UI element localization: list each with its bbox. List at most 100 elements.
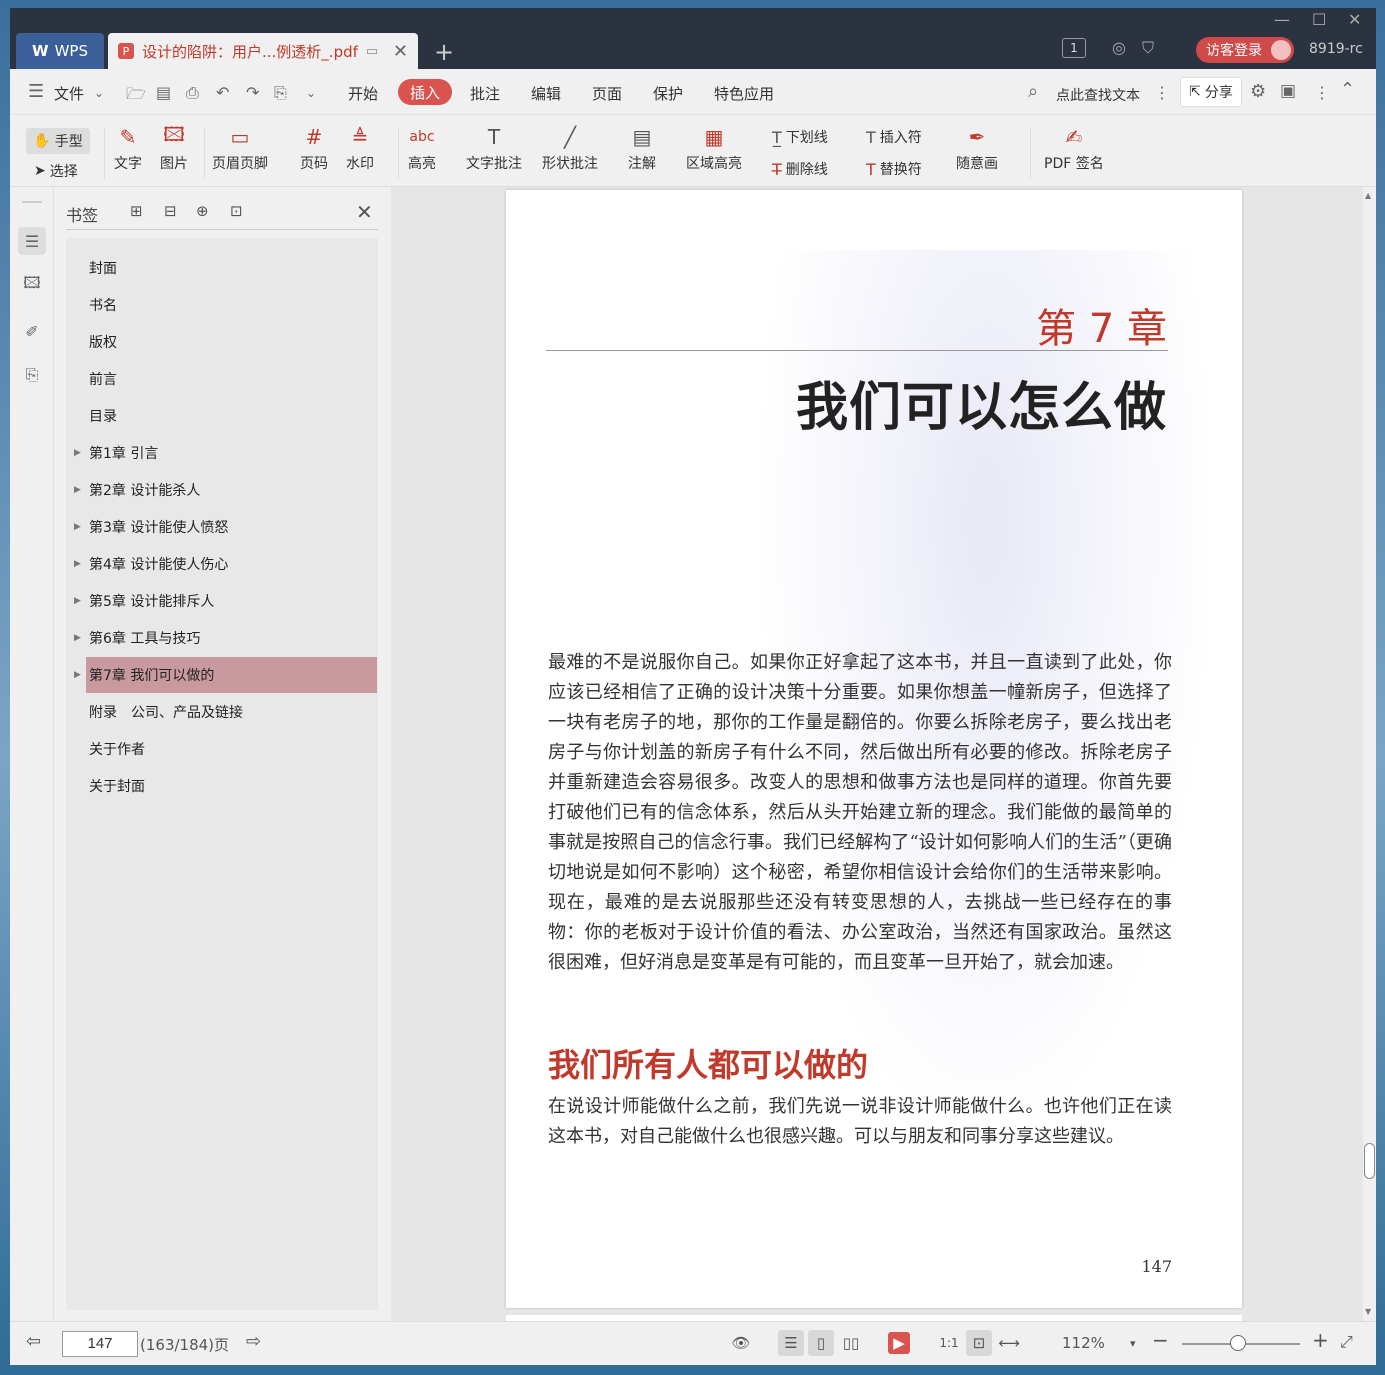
maximize-icon[interactable]: ☐ — [1312, 10, 1326, 29]
bookmark-item[interactable]: 版权 — [86, 324, 377, 360]
tab-close-icon[interactable]: ✕ — [393, 41, 408, 62]
highlight-button[interactable]: abc 高亮 — [408, 123, 436, 173]
scroll-down-icon[interactable]: ▼ — [1365, 1307, 1371, 1316]
zoom-dropdown-icon[interactable]: ▾ — [1130, 1337, 1136, 1350]
page-number-input[interactable]: 147 — [62, 1331, 138, 1357]
annotation-panel-icon[interactable]: ✐ — [18, 317, 46, 345]
previous-page-icon[interactable]: ⇦ — [26, 1331, 41, 1352]
underline-button[interactable]: T̲ 下划线 — [772, 127, 828, 147]
bookmark-settings-icon[interactable]: ⊡ — [230, 202, 243, 220]
zoom-out-icon[interactable]: − — [1152, 1328, 1169, 1352]
save-icon[interactable]: ▤ — [156, 83, 171, 102]
print-icon[interactable]: ⎙ — [186, 83, 199, 103]
skin-icon[interactable]: ⛉ — [1142, 38, 1154, 58]
bookmark-item[interactable]: ▶ 第5章 设计能排斥人 — [74, 583, 377, 619]
bookmark-item[interactable]: 关于作者 — [86, 731, 377, 767]
insert-mark-button[interactable]: T 插入符 — [866, 127, 922, 147]
monitor-icon[interactable]: ▭ — [366, 44, 378, 59]
document-viewport[interactable]: 第 7 章 我们可以怎么做 最难的不是说服你自己。如果你正好拿起了这本书，并且一… — [391, 187, 1363, 1321]
watermark-button[interactable]: ≜ 水印 — [346, 123, 374, 173]
redo-icon[interactable]: ↷ — [246, 83, 259, 102]
settings-gear-icon[interactable]: ⚙ — [1250, 81, 1266, 102]
search-icon[interactable]: ⌕ — [1028, 81, 1038, 102]
insert-text-button[interactable]: ✎ 文字 — [114, 123, 142, 173]
bookmark-item[interactable]: 封面 — [86, 250, 377, 286]
collapse-ribbon-icon[interactable]: ⌃ — [1340, 79, 1355, 100]
zoom-level[interactable]: 112% — [1062, 1334, 1105, 1352]
page-number-button[interactable]: # 页码 — [300, 123, 328, 173]
tab-document[interactable]: P 设计的陷阱：用户...例透析_.pdf ▭ ✕ — [108, 33, 418, 69]
share-button[interactable]: ⇱ 分享 — [1180, 77, 1242, 107]
thumbnail-panel-icon[interactable]: 🖾 — [18, 271, 46, 299]
expand-arrow-icon[interactable]: ▶ — [74, 633, 81, 643]
pdf-sign-button[interactable]: ✍ PDF 签名 — [1044, 123, 1104, 173]
tab-wps-home[interactable]: W WPS — [16, 33, 104, 69]
vertical-scrollbar[interactable]: ▲ ▼ — [1363, 187, 1376, 1321]
expand-arrow-icon[interactable]: ▶ — [74, 522, 81, 532]
bookmark-item[interactable]: ▶ 第4章 设计能使人伤心 — [74, 546, 377, 582]
bookmark-item[interactable]: 目录 — [86, 398, 377, 434]
expand-bookmark-icon[interactable]: ⊟ — [164, 202, 177, 220]
scrollbar-thumb[interactable] — [1364, 1143, 1375, 1179]
close-window-icon[interactable]: ✕ — [1348, 10, 1361, 29]
bookmark-panel-icon[interactable]: ☰ — [18, 227, 46, 255]
select-tool-button[interactable]: ➤ 选择 — [34, 161, 78, 181]
visitor-login-button[interactable]: 访客登录 — [1196, 37, 1294, 63]
new-tab-icon[interactable]: + — [434, 38, 454, 66]
export-icon[interactable]: ⎘ — [274, 83, 287, 103]
eye-protection-icon[interactable]: 👁 — [728, 1330, 754, 1356]
scroll-up-icon[interactable]: ▲ — [1365, 191, 1371, 200]
bookmark-item[interactable]: ▶ 第6章 工具与技巧 — [74, 620, 377, 656]
bookmark-item-selected[interactable]: ▶ 第7章 我们可以做的 — [74, 657, 377, 693]
expand-arrow-icon[interactable]: ▶ — [74, 559, 81, 569]
undo-icon[interactable]: ↶ — [216, 83, 229, 102]
more-options-icon[interactable]: ⋮ — [1314, 83, 1330, 102]
sync-icon[interactable]: ◎ — [1112, 38, 1126, 57]
bookmark-item[interactable]: 关于封面 — [86, 768, 377, 804]
add-child-bookmark-icon[interactable]: ⊕ — [196, 202, 209, 220]
bookmark-item[interactable]: ▶ 第2章 设计能杀人 — [74, 472, 377, 508]
double-page-icon[interactable]: ▯▯ — [838, 1330, 864, 1356]
bookmark-item[interactable]: 前言 — [86, 361, 377, 397]
actual-size-icon[interactable]: 1:1 — [936, 1330, 962, 1356]
replace-mark-button[interactable]: T 替换符 — [866, 159, 922, 179]
more-vertical-icon[interactable]: ⋮ — [1154, 83, 1170, 102]
tab-edit[interactable]: 编辑 — [531, 83, 561, 104]
tab-protect[interactable]: 保护 — [653, 83, 683, 104]
tab-special-apps[interactable]: 特色应用 — [714, 83, 774, 104]
bookmark-item[interactable]: 附录 公司、产品及链接 — [86, 694, 377, 730]
expand-arrow-icon[interactable]: ▶ — [74, 485, 81, 495]
expand-arrow-icon[interactable]: ▶ — [74, 670, 81, 680]
zoom-slider-knob[interactable] — [1230, 1335, 1246, 1351]
chat-icon[interactable]: ▣ — [1280, 81, 1296, 101]
next-page-icon[interactable]: ⇨ — [246, 1331, 261, 1352]
tab-start[interactable]: 开始 — [348, 83, 378, 104]
bookmark-item[interactable]: ▶ 第3章 设计能使人愤怒 — [74, 509, 377, 545]
area-highlight-button[interactable]: ▦ 区域高亮 — [686, 123, 742, 173]
menu-file[interactable]: 文件 — [54, 83, 84, 104]
open-folder-icon[interactable]: 🗁 — [126, 83, 146, 110]
drag-handle[interactable] — [22, 201, 42, 203]
chevron-down-icon[interactable]: ⌄ — [94, 86, 104, 100]
hand-tool-button[interactable]: ✋ 手型 — [26, 128, 90, 154]
shape-annotation-button[interactable]: ╱ 形状批注 — [542, 123, 598, 173]
bookmark-item[interactable]: 书名 — [86, 287, 377, 323]
freehand-draw-button[interactable]: ✒ 随意画 — [956, 123, 998, 173]
zoom-in-icon[interactable]: + — [1312, 1328, 1329, 1352]
close-panel-icon[interactable]: ✕ — [356, 200, 373, 224]
bookmark-item[interactable]: ▶ 第1章 引言 — [74, 435, 377, 471]
tab-insert[interactable]: 插入 — [398, 79, 452, 105]
single-page-icon[interactable]: ▯ — [808, 1330, 834, 1356]
signature-panel-icon[interactable]: ⎘ — [18, 361, 46, 389]
hamburger-icon[interactable]: ☰ — [28, 81, 44, 102]
tab-annotate[interactable]: 批注 — [470, 83, 500, 104]
play-slideshow-icon[interactable]: ▶ — [888, 1332, 910, 1354]
fit-page-icon[interactable]: ⊡ — [966, 1330, 992, 1356]
note-button[interactable]: ▤ 注解 — [628, 123, 656, 173]
insert-image-button[interactable]: 🖾 图片 — [160, 122, 188, 173]
minimize-icon[interactable]: — — [1274, 10, 1290, 29]
tab-page[interactable]: 页面 — [592, 83, 622, 104]
fullscreen-icon[interactable]: ⤢ — [1340, 1332, 1353, 1352]
more-chevron-icon[interactable]: ⌄ — [306, 86, 316, 100]
text-annotation-button[interactable]: T 文字批注 — [466, 123, 522, 173]
